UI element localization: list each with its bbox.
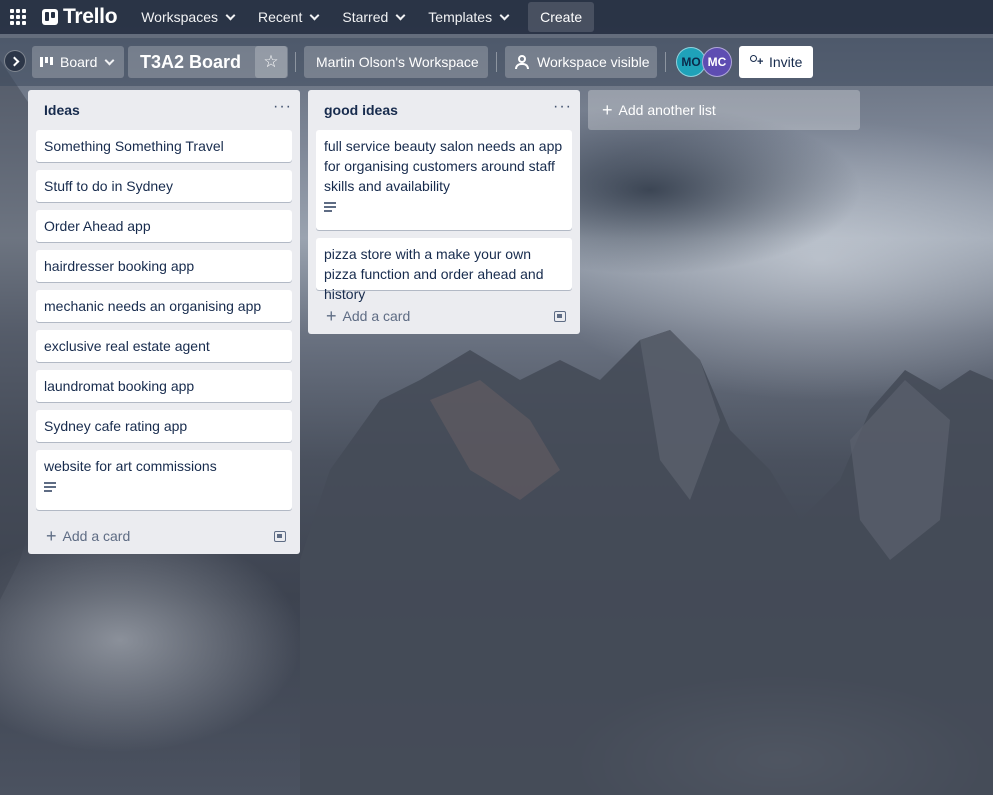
visibility-label: Workspace visible: [537, 54, 650, 70]
card[interactable]: pizza store with a make your own pizza f…: [316, 238, 572, 302]
header-divider: [496, 52, 497, 72]
card-template-icon[interactable]: [554, 310, 566, 322]
add-person-icon: [749, 55, 763, 69]
card[interactable]: mechanic needs an organising app: [36, 290, 292, 322]
add-card-button[interactable]: + Add a card: [46, 526, 131, 546]
star-icon: ☆: [263, 52, 279, 71]
nav-templates-menu[interactable]: Templates: [418, 1, 518, 33]
add-list-button[interactable]: + Add another list: [588, 90, 860, 130]
header-divider: [295, 52, 296, 72]
card[interactable]: Order Ahead app: [36, 210, 292, 242]
card[interactable]: website for art commissions: [36, 450, 292, 510]
list-good-ideas: good ideas ··· full service beauty salon…: [308, 90, 580, 334]
card-title: mechanic needs an organising app: [44, 298, 262, 314]
nav-starred-menu[interactable]: Starred: [332, 1, 414, 33]
plus-icon: +: [326, 306, 337, 326]
list-menu-icon[interactable]: ···: [553, 99, 572, 118]
people-icon: [515, 55, 529, 69]
header-divider: [665, 52, 666, 72]
nav-recent-label: Recent: [258, 9, 303, 25]
add-card-label: Add a card: [62, 528, 131, 544]
board-view-label: Board: [60, 54, 98, 70]
nav-recent-menu[interactable]: Recent: [248, 1, 328, 33]
card[interactable]: exclusive real estate agent: [36, 330, 292, 362]
logo-text: Trello: [63, 5, 118, 28]
workspace-button[interactable]: Martin Olson's Workspace: [304, 46, 488, 78]
chevron-down-icon: [104, 55, 115, 65]
list-title[interactable]: Ideas: [44, 102, 80, 118]
card-title: Order Ahead app: [44, 218, 151, 234]
app-switcher-icon[interactable]: [8, 7, 28, 27]
card-title: hairdresser booking app: [44, 258, 195, 274]
chevron-down-icon: [309, 10, 320, 20]
chevron-down-icon: [499, 10, 510, 20]
sidebar-expand-button[interactable]: [4, 50, 26, 72]
add-card-label: Add a card: [342, 308, 411, 324]
nav-templates-label: Templates: [428, 9, 493, 25]
add-card-button[interactable]: + Add a card: [326, 306, 411, 326]
trello-logo[interactable]: Trello: [42, 5, 118, 29]
description-icon: [324, 202, 336, 212]
add-card-row: + Add a card: [28, 518, 300, 554]
board-view-switcher[interactable]: Board: [32, 46, 124, 78]
card-title: full service beauty salon needs an app f…: [324, 138, 563, 194]
card[interactable]: laundromat booking app: [36, 370, 292, 402]
list-ideas: Ideas ··· Something Something Travel Stu…: [28, 90, 300, 554]
plus-icon: +: [602, 100, 613, 120]
invite-label: Invite: [769, 54, 803, 70]
card[interactable]: hairdresser booking app: [36, 250, 292, 282]
visibility-button[interactable]: Workspace visible: [505, 46, 657, 78]
invite-button[interactable]: Invite: [739, 46, 813, 78]
create-button[interactable]: Create: [528, 2, 595, 32]
card-title: exclusive real estate agent: [44, 338, 210, 354]
card[interactable]: full service beauty salon needs an app f…: [316, 130, 572, 230]
trello-logo-icon: [42, 9, 58, 25]
board-view-icon: [40, 57, 54, 67]
card-title: Something Something Travel: [44, 138, 224, 154]
list-header[interactable]: Ideas ···: [28, 90, 300, 130]
list-menu-icon[interactable]: ···: [273, 99, 292, 118]
plus-icon: +: [46, 526, 57, 546]
chevron-down-icon: [395, 10, 406, 20]
card-title: Sydney cafe rating app: [44, 418, 188, 434]
list-header[interactable]: good ideas ···: [308, 90, 580, 130]
card-template-icon[interactable]: [274, 530, 286, 542]
card-title: pizza store with a make your own pizza f…: [324, 246, 544, 302]
member-avatar[interactable]: MC: [702, 47, 732, 77]
add-list-label: Add another list: [618, 102, 716, 118]
description-icon: [44, 482, 56, 492]
nav-starred-label: Starred: [342, 9, 389, 25]
board-header: Board T3A2 Board ☆ Martin Olson's Worksp…: [0, 38, 993, 86]
card[interactable]: Something Something Travel: [36, 130, 292, 162]
card[interactable]: Stuff to do in Sydney: [36, 170, 292, 202]
card[interactable]: Sydney cafe rating app: [36, 410, 292, 442]
star-board-button[interactable]: ☆: [255, 46, 287, 78]
card-title: website for art commissions: [44, 458, 217, 474]
nav-workspaces-label: Workspaces: [141, 9, 218, 25]
nav-workspaces-menu[interactable]: Workspaces: [131, 1, 244, 33]
list-title[interactable]: good ideas: [324, 102, 398, 118]
card-title: laundromat booking app: [44, 378, 195, 394]
top-navigation-bar: Trello Workspaces Recent Starred Templat…: [0, 0, 993, 34]
chevron-down-icon: [225, 10, 236, 20]
card-title: Stuff to do in Sydney: [44, 178, 173, 194]
